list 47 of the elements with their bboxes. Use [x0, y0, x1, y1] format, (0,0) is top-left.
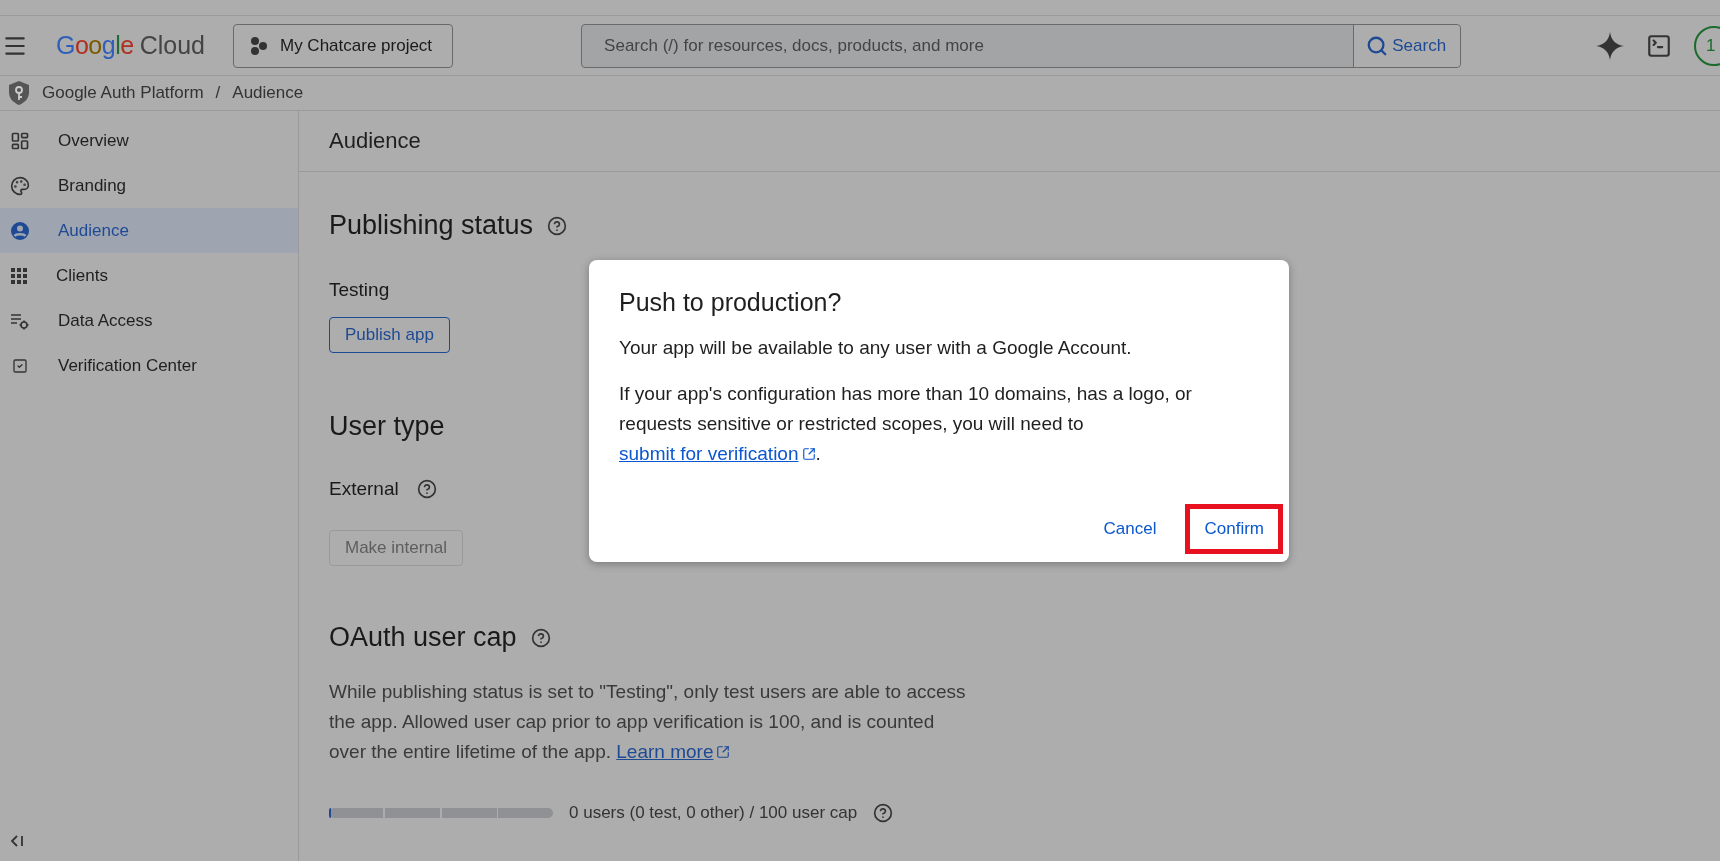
sparkle-icon[interactable] — [1596, 31, 1624, 60]
sidebar-item[interactable]: Data Access — [0, 298, 298, 343]
help-icon[interactable] — [530, 627, 551, 648]
search-button[interactable]: Search — [1353, 24, 1461, 67]
sidebar-item[interactable]: Audience — [0, 208, 298, 253]
person-icon — [10, 220, 30, 241]
status-label: Testing — [329, 279, 391, 301]
user-type-label: External — [329, 478, 399, 500]
section-heading: Publishing status — [329, 210, 534, 241]
logo-product: Cloud — [139, 31, 205, 60]
checkbox-icon — [12, 357, 28, 374]
sidebar-item[interactable]: Branding — [0, 163, 298, 208]
palette-icon — [10, 175, 30, 196]
section-heading: OAuth user cap — [329, 622, 517, 653]
page-title: Audience — [299, 111, 1720, 172]
logo-brand: Google — [56, 31, 134, 60]
verification-link[interactable]: submit for verification — [619, 439, 816, 469]
learn-more-link[interactable]: Learn more — [616, 737, 731, 767]
project-picker[interactable]: My Chatcare project — [232, 23, 454, 68]
sidebar-item[interactable]: Verification Center — [0, 343, 298, 388]
sidebar-item[interactable]: Overview — [0, 118, 298, 163]
terminal-button[interactable] — [1646, 32, 1672, 59]
dialog-title: Push to production? — [619, 288, 843, 317]
list-gear-icon — [10, 311, 30, 330]
user-cap-description: While publishing status is set to "Testing", only test users are able to access the app. Allowed user cap prior to app verification is 100, and is counted over the entire lifetime of the app. Learn more — [329, 677, 969, 767]
help-icon[interactable] — [873, 803, 894, 823]
dialog-button[interactable]: Confirm — [1185, 504, 1283, 554]
sidebar-item[interactable]: Clients — [0, 253, 298, 298]
publish-button[interactable]: Publish app — [329, 317, 450, 353]
grid-icon — [10, 266, 28, 285]
section-heading: User type — [329, 411, 445, 442]
help-icon[interactable] — [547, 215, 568, 236]
shield-key-icon — [8, 80, 30, 106]
external-link-icon — [801, 447, 816, 461]
collapse-icon[interactable] — [10, 835, 24, 847]
user-cap-reading: 0 users (0 test, 0 other) / 100 user cap — [569, 803, 858, 823]
dashboard-icon — [10, 130, 30, 151]
search-field[interactable]: Search (/) for resources, docs, products, and more Search — [581, 23, 1462, 68]
external-link-icon — [716, 745, 731, 759]
project-icon — [249, 35, 268, 56]
search-icon — [1366, 34, 1389, 57]
dialog-text: Your app will be available to any user with a Google Account. — [619, 336, 1133, 360]
breadcrumb-item[interactable]: Google Auth Platform — [42, 83, 204, 103]
breadcrumb-separator: / — [215, 83, 221, 103]
breadcrumb-item[interactable]: Audience — [232, 83, 304, 103]
help-icon[interactable] — [416, 479, 437, 499]
dialog-text: If your app's configuration has more than 10 domains, has a logo, or requests sensitive or restricted scopes, you will need to submit for verification . — [619, 379, 1259, 469]
